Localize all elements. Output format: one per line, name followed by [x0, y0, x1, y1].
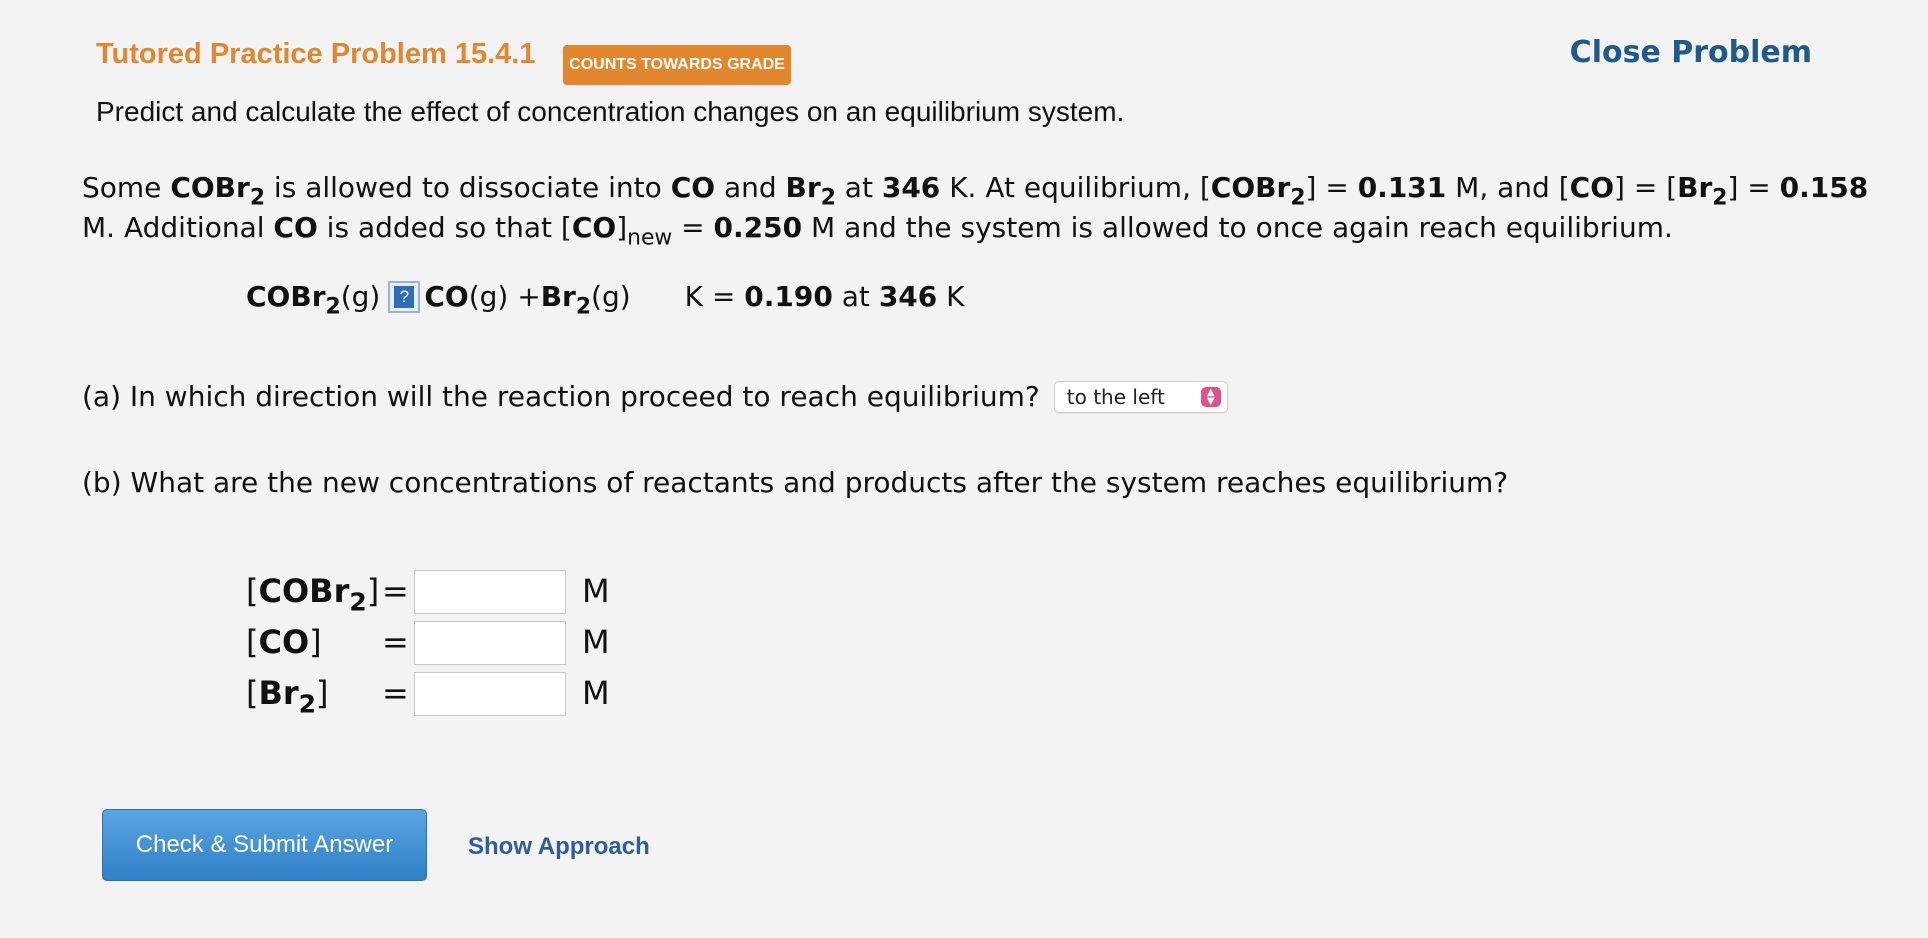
reactant-state: (g) — [340, 280, 381, 313]
close-problem-link[interactable]: Close Problem — [1570, 35, 1812, 70]
species-cobr2: COBr2 — [1210, 171, 1306, 211]
chevron-updown-icon: ▲ ▼ — [1200, 386, 1221, 407]
product-state: (g) + — [468, 280, 541, 313]
text: M. Additional — [82, 211, 274, 244]
cobr2-label: [COBr2] — [246, 572, 380, 617]
species-co: CO — [273, 211, 318, 244]
text: and — [715, 171, 786, 204]
problem-statement: Some COBr2 is allowed to dissociate into… — [82, 168, 1882, 251]
problem-line-2: M. Additional CO is added so that [CO]ne… — [82, 208, 1882, 251]
text: ] = — [1305, 171, 1358, 204]
species-cobr2: COBr2 — [170, 171, 266, 211]
text: M, and [ — [1446, 171, 1570, 204]
temperature-value: 346 — [881, 171, 941, 204]
help-icon: ? — [394, 285, 415, 308]
reactant-species: COBr2 — [246, 280, 341, 320]
species-co: CO — [670, 171, 716, 204]
check-submit-button[interactable]: Check & Submit Answer — [102, 809, 427, 881]
cobr2-input[interactable] — [414, 570, 566, 614]
product-co: CO — [424, 280, 469, 313]
co-label: [CO] — [246, 623, 322, 661]
unit-label: M — [582, 623, 610, 661]
new-co-concentration: 0.250 — [713, 211, 803, 244]
unit-label: M — [582, 572, 610, 610]
text: at — [835, 171, 882, 204]
reaction-equation: COBr2 (g) ? CO (g) + Br2 (g) K = 0.190 at 3… — [246, 280, 965, 320]
species-br2: Br2 — [1677, 171, 1728, 211]
species-co: CO — [571, 211, 617, 244]
grade-badge: COUNTS TOWARDS GRADE — [563, 45, 791, 85]
question-a: (a) In which direction will the reaction… — [82, 380, 1228, 413]
text: ] = [ — [1614, 171, 1678, 204]
new-subscript: new — [627, 225, 673, 251]
species-co: CO — [1569, 171, 1615, 204]
text: is added so that [ — [317, 211, 572, 244]
br2-label: [Br2] — [246, 674, 329, 719]
text: M and the system is allowed to once agai… — [802, 211, 1673, 244]
co-br2-concentration: 0.158 — [1779, 171, 1869, 204]
question-a-text: (a) In which direction will the reaction… — [82, 380, 1040, 413]
direction-select[interactable]: to the left ▲ ▼ — [1053, 380, 1228, 413]
equilibrium-arrow-icon[interactable]: ? — [388, 280, 421, 313]
product-br2: Br2 — [540, 280, 592, 320]
species-br2: Br2 — [785, 171, 836, 211]
text: is allowed to dissociate into — [265, 171, 671, 204]
unit-label: M — [582, 674, 610, 712]
text: Some — [82, 171, 171, 204]
cobr2-concentration: 0.131 — [1357, 171, 1447, 204]
text: = — [672, 211, 714, 244]
equals-sign: = — [382, 674, 409, 712]
text: ] — [616, 211, 628, 244]
text: ] = — [1727, 171, 1780, 204]
product-state: (g) — [591, 280, 631, 313]
equals-sign: = — [382, 623, 409, 661]
question-b: (b) What are the new concentrations of r… — [82, 466, 1509, 499]
co-input[interactable] — [414, 621, 566, 665]
br2-input[interactable] — [414, 672, 566, 716]
show-approach-link[interactable]: Show Approach — [468, 833, 650, 861]
direction-select-value: to the left — [1066, 384, 1165, 409]
problem-line-1: Some COBr2 is allowed to dissociate into… — [82, 168, 1882, 211]
equals-sign: = — [382, 572, 409, 610]
problem-title: Tutored Practice Problem 15.4.1 — [96, 38, 536, 70]
text: K. At equilibrium, [ — [940, 171, 1211, 204]
equilibrium-constant: K = 0.190 at 346 K — [684, 280, 965, 313]
problem-subtitle: Predict and calculate the effect of conc… — [96, 96, 1125, 127]
